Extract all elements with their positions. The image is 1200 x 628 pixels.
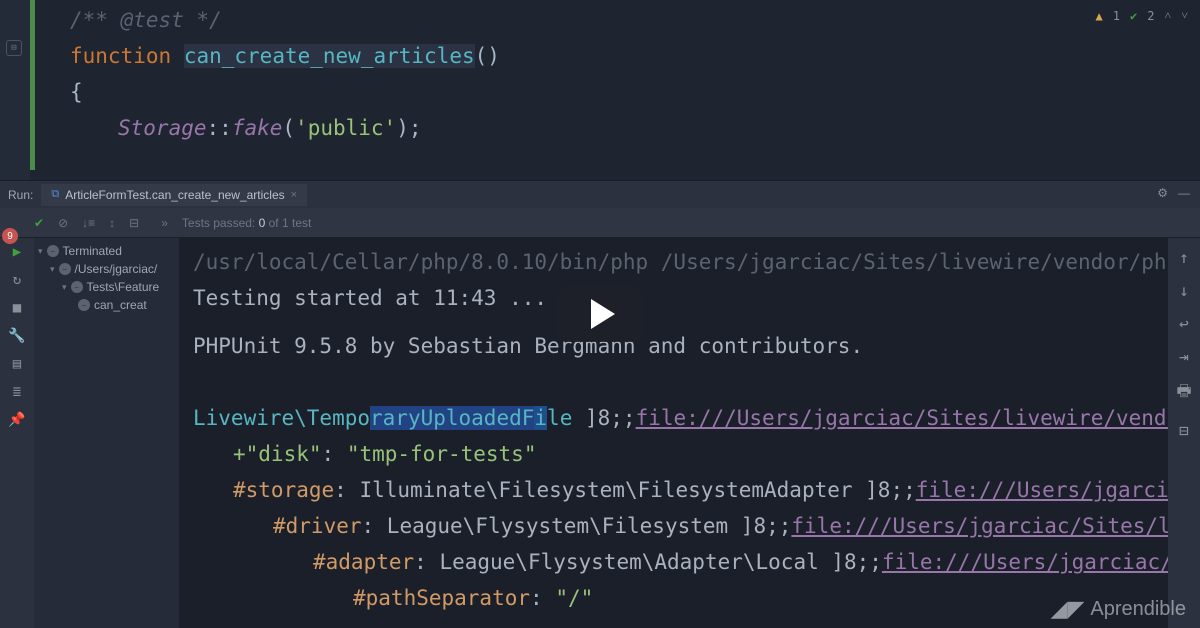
toolbar-filter-icon[interactable]: ⊘: [58, 216, 68, 230]
nav-down-icon[interactable]: ↓: [1179, 281, 1189, 300]
wrench-icon[interactable]: 🔧: [9, 328, 25, 344]
run-left-rail: ▶ ↻ ■ 🔧 ▤ ≣ 📌: [0, 238, 34, 628]
toolbar-sort-icon[interactable]: ↓≡: [82, 216, 95, 230]
console-right-rail: ↑ ↓ ↩ ⇥ 🖶 ⊟: [1168, 238, 1200, 628]
play-icon: [591, 299, 615, 329]
docblock-comment: /** @test */: [70, 8, 222, 32]
pin-icon[interactable]: 📌: [9, 412, 25, 428]
gutter-marker-icon[interactable]: ⊟: [6, 40, 22, 56]
toolbar-check-icon[interactable]: ✔: [34, 216, 44, 230]
wrap-icon[interactable]: ↩: [1179, 314, 1189, 333]
editor-gutter: [0, 0, 30, 180]
keyword-function: function: [70, 44, 171, 68]
print-icon[interactable]: 🖶: [1176, 380, 1191, 407]
run-toolbar: ✔ ⊘ ↓≡ ↕ ⊟ » Tests passed: 0 of 1 test: [0, 208, 1200, 238]
history-icon[interactable]: ≣: [9, 384, 25, 400]
close-icon[interactable]: ×: [291, 189, 297, 201]
run-tab-bar: Run: ⧉ ArticleFormTest.can_create_new_ar…: [0, 180, 1200, 208]
console-started: Testing started at 11:43 ...: [193, 280, 1168, 316]
watermark: ◢◤ Aprendible: [1051, 596, 1186, 622]
editor-pane: ⊟ /** @test */ function can_create_new_a…: [0, 0, 1200, 180]
stop-icon[interactable]: ■: [9, 300, 25, 316]
toolbar-collapse-icon[interactable]: ⊟: [129, 216, 139, 230]
run-icon[interactable]: ▶: [9, 244, 25, 260]
console-phpunit: PHPUnit 9.5.8 by Sebastian Bergmann and …: [193, 328, 1168, 364]
watermark-logo-icon: ◢◤: [1051, 596, 1085, 622]
warning-icon: ▲: [1096, 9, 1103, 23]
tests-passed-label: Tests passed: 0 of 1 test: [182, 216, 311, 230]
test-config-icon: ⧉: [51, 188, 59, 201]
clear-icon[interactable]: ⊟: [1179, 421, 1189, 440]
vcs-change-stripe: [30, 0, 35, 170]
chevron-up-icon[interactable]: ˄: [1164, 8, 1171, 23]
chevron-down-icon[interactable]: ˅: [1181, 8, 1188, 23]
class-reference: Storage: [118, 116, 207, 140]
run-tab[interactable]: ⧉ ArticleFormTest.can_create_new_article…: [41, 184, 307, 206]
rerun-icon[interactable]: ↻: [9, 272, 25, 288]
scroll-end-icon[interactable]: ⇥: [1179, 347, 1189, 366]
minimize-icon[interactable]: —: [1178, 186, 1190, 200]
notification-badge[interactable]: 9: [2, 228, 18, 244]
toolbar-expand-icon[interactable]: ↕: [109, 216, 115, 230]
gear-icon[interactable]: ⚙: [1157, 186, 1168, 200]
code-area[interactable]: /** @test */ function can_create_new_art…: [0, 0, 1200, 146]
layout-icon[interactable]: ▤: [9, 356, 25, 372]
console-object-line: Livewire\TemporaryUploadedFile ]8;;file:…: [193, 400, 1168, 436]
function-name: can_create_new_articles: [184, 44, 475, 68]
run-label: Run:: [0, 188, 41, 202]
inspection-indicators[interactable]: ▲1 ✔2 ˄ ˅: [1096, 8, 1189, 23]
video-play-button[interactable]: [558, 286, 642, 342]
console-output[interactable]: /usr/local/Cellar/php/8.0.10/bin/php /Us…: [179, 238, 1168, 628]
console-path: /usr/local/Cellar/php/8.0.10/bin/php /Us…: [193, 244, 1168, 280]
nav-up-icon[interactable]: ↑: [1179, 248, 1189, 267]
check-icon: ✔: [1130, 9, 1137, 23]
test-tree[interactable]: ▾−Terminated ▾−/Users/jgarciac/ ▾−Tests\…: [34, 238, 179, 628]
